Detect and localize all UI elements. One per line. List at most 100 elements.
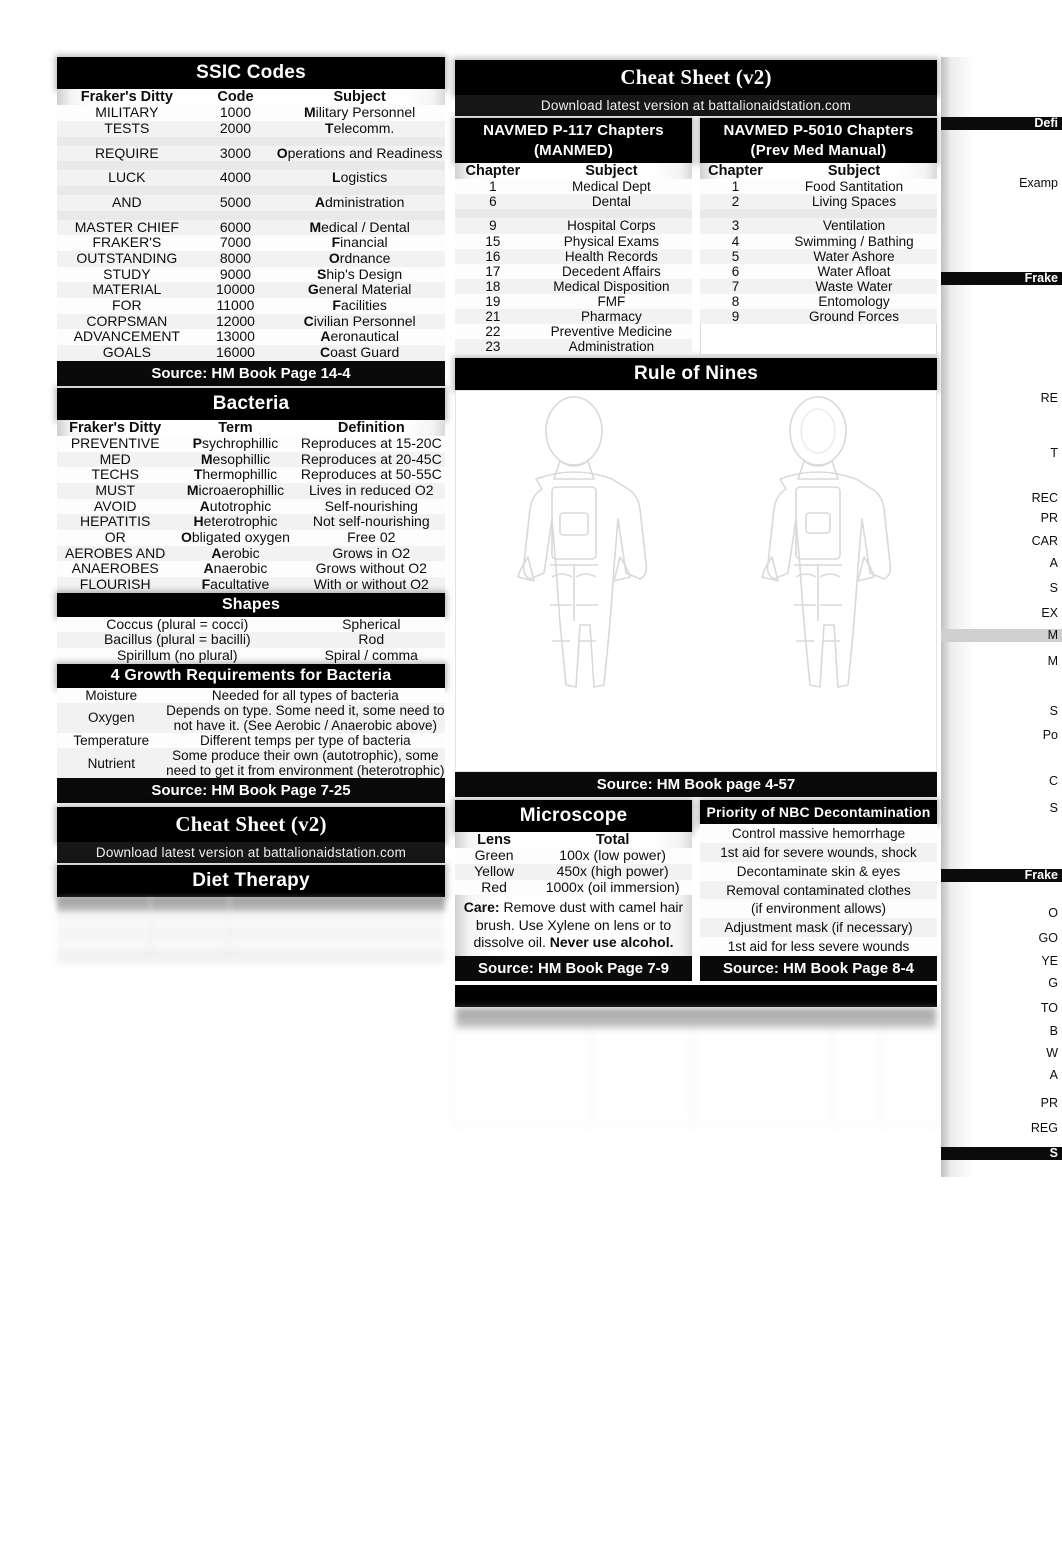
table-row: Spirillum (no plural) Spiral / comma <box>57 647 445 664</box>
table-row: Removal contaminated clothes <box>700 880 937 900</box>
table-row: OR Obligated oxygen Free 02 <box>57 528 445 546</box>
left-cheatsheet-header: Cheat Sheet (v2) Download latest version… <box>57 807 445 966</box>
table-row: 4 Swimming / Bathing <box>700 233 937 249</box>
cell-1: Ventilation <box>822 218 886 234</box>
cell-0: 4 <box>731 233 740 249</box>
table-row: 6 Water Afloat <box>700 263 937 279</box>
table-row: Temperature Different temps per type of b… <box>57 732 445 749</box>
cell-1: 2000 <box>219 119 252 136</box>
table-row: 19 FMF <box>455 294 692 310</box>
table-row: LUCK 4000 Logistics <box>57 169 445 186</box>
header-cell-1: Code <box>217 89 254 105</box>
table-row: Nutrient Some produce their own (autotrop… <box>57 748 445 779</box>
cell-0: TECHS <box>91 466 139 483</box>
cell-1: Thermophillic <box>193 466 278 483</box>
cell-0: 2 <box>731 194 740 210</box>
cell-0: ANAEROBES <box>71 560 159 577</box>
table-row: MILITARY 1000 Military Personnel <box>57 104 445 121</box>
cell-1: 13000 <box>216 328 255 345</box>
clipped-text-fragment: Examp <box>1019 176 1058 190</box>
cell-0: 1 <box>489 179 497 195</box>
cell-2: Grows without O2 <box>315 560 427 577</box>
bacteria-growth-table: Moisture Needed for all types of bacteria… <box>57 687 445 779</box>
cell-2: Grows in O2 <box>332 544 411 561</box>
table-row: Red 1000x (oil immersion) <box>455 879 692 896</box>
header-cell-1: Subject <box>827 163 881 179</box>
left-column: SSIC Codes Fraker's Ditty Code Subject MILI… <box>57 57 445 966</box>
table-row: GOALS 16000 Coast Guard <box>57 344 445 361</box>
header-cell-0: Fraker's Ditty <box>69 419 162 436</box>
cell-0: MASTER CHIEF <box>74 218 179 235</box>
table-row: TECHS Thermophillic Reproduces at 50-55C <box>57 466 445 483</box>
table-row: Decontaminate skin & eyes <box>700 861 937 881</box>
cell-2: Reproduces at 15-20C <box>300 434 442 451</box>
clipped-text-fragment: C <box>1048 774 1058 788</box>
table-row: (if environment allows) <box>700 899 937 919</box>
cell-2: Telecomm. <box>325 119 395 136</box>
clipped-text-fragment: M <box>941 629 1062 642</box>
cell-2: Financial <box>331 234 388 251</box>
microscope-nbc-row: Microscope Lens Total Green 100x (low power… <box>455 800 937 981</box>
clipped-text-fragment: S <box>1049 581 1058 595</box>
clipped-text-fragment: S <box>941 1147 1062 1160</box>
cell-0: Yellow <box>474 863 515 880</box>
clipped-text-fragment: Defi <box>941 117 1062 130</box>
cell-0: FOR <box>112 296 142 313</box>
nbc-section: Priority of NBC Decontamination Control … <box>700 800 937 981</box>
cell-0: OR <box>104 528 126 545</box>
table-row: Control massive hemorrhage <box>700 824 937 844</box>
table-row: MASTER CHIEF 6000 Medical / Dental <box>57 218 445 236</box>
table-row: 9 Hospital Corps <box>455 218 692 234</box>
cell-1: Aerobic <box>211 544 260 561</box>
cell-1: 8000 <box>219 249 252 266</box>
header-cell-0: Chapter <box>465 163 521 179</box>
cell-0: LUCK <box>108 169 146 186</box>
cell-0: Green <box>474 847 514 864</box>
cell-2: Ordnance <box>328 249 391 266</box>
cell-1: 1000 <box>219 104 252 121</box>
navmed-p117-table: Chapter Subject 1 Medical Dept 6 Dental 9 Hospi… <box>455 163 692 355</box>
cell-0: Control massive hemorrhage <box>731 826 906 842</box>
cell-0: REQUIRE <box>94 144 159 161</box>
cheat-sheet-subtitle: Download latest version at battalionaids… <box>455 95 937 116</box>
cell-0: MATERIAL <box>92 281 162 298</box>
bacteria-shapes-title: Shapes <box>57 592 445 617</box>
cell-2: Reproduces at 20-45C <box>300 450 442 467</box>
cell-1: FMF <box>597 294 626 309</box>
table-row: 1 Food Santitation <box>700 179 937 195</box>
table-row: MED Mesophillic Reproduces at 20-45C <box>57 450 445 468</box>
cheat-sheet-title: Cheat Sheet (v2) <box>455 60 937 95</box>
cell-2: Free 02 <box>347 528 396 545</box>
ssic-table: Fraker's Ditty Code Subject MILITARY 1000 Mil… <box>57 89 445 361</box>
chapters-row: NAVMED P-117 Chapters (MANMED) Chapter Su… <box>455 118 937 356</box>
clipped-text-fragment: GO <box>1038 931 1058 945</box>
cell-0: STUDY <box>103 265 151 282</box>
cell-0 <box>455 209 531 218</box>
ssic-title: SSIC Codes <box>57 57 445 89</box>
cell-0: PREVENTIVE <box>70 434 160 451</box>
cell-1: Anaerobic <box>203 560 268 577</box>
table-row: 18 Medical Disposition <box>455 278 692 294</box>
cell-0: 23 <box>485 339 501 355</box>
cell-1: Heterotrophic <box>193 513 278 530</box>
nbc-source: Source: HM Book Page 8-4 <box>700 955 937 981</box>
table-row: OUTSTANDING 8000 Ordnance <box>57 249 445 267</box>
cell-1: 450x (high power) <box>556 863 669 880</box>
cell-0: 21 <box>485 309 501 325</box>
header-cell-0: Chapter <box>708 163 763 179</box>
table-row: FLOURISH Facultative With or without O2 <box>57 576 445 593</box>
navmed-p5010-empty-cell <box>700 324 937 356</box>
table-row: 2 Living Spaces <box>700 194 937 210</box>
table-row: MATERIAL 10000 General Material <box>57 281 445 298</box>
navmed-p5010-title-line2: (Prev Med Manual) <box>750 141 887 159</box>
cell-1: Dental <box>591 194 631 210</box>
cell-2: Reproduces at 50-55C <box>300 466 442 483</box>
navmed-p5010-table: Chapter Subject 1 Food Santitation 2 Living S… <box>700 163 937 325</box>
header-cell-1: Subject <box>585 163 638 179</box>
cell-0: 15 <box>485 233 501 249</box>
clipped-text-fragment: YE <box>1041 954 1058 968</box>
table-row: FRAKER'S 7000 Financial <box>57 234 445 251</box>
cell-2: Administration <box>314 193 405 210</box>
cell-1: 6000 <box>219 218 252 235</box>
cell-0: 5 <box>731 248 740 264</box>
